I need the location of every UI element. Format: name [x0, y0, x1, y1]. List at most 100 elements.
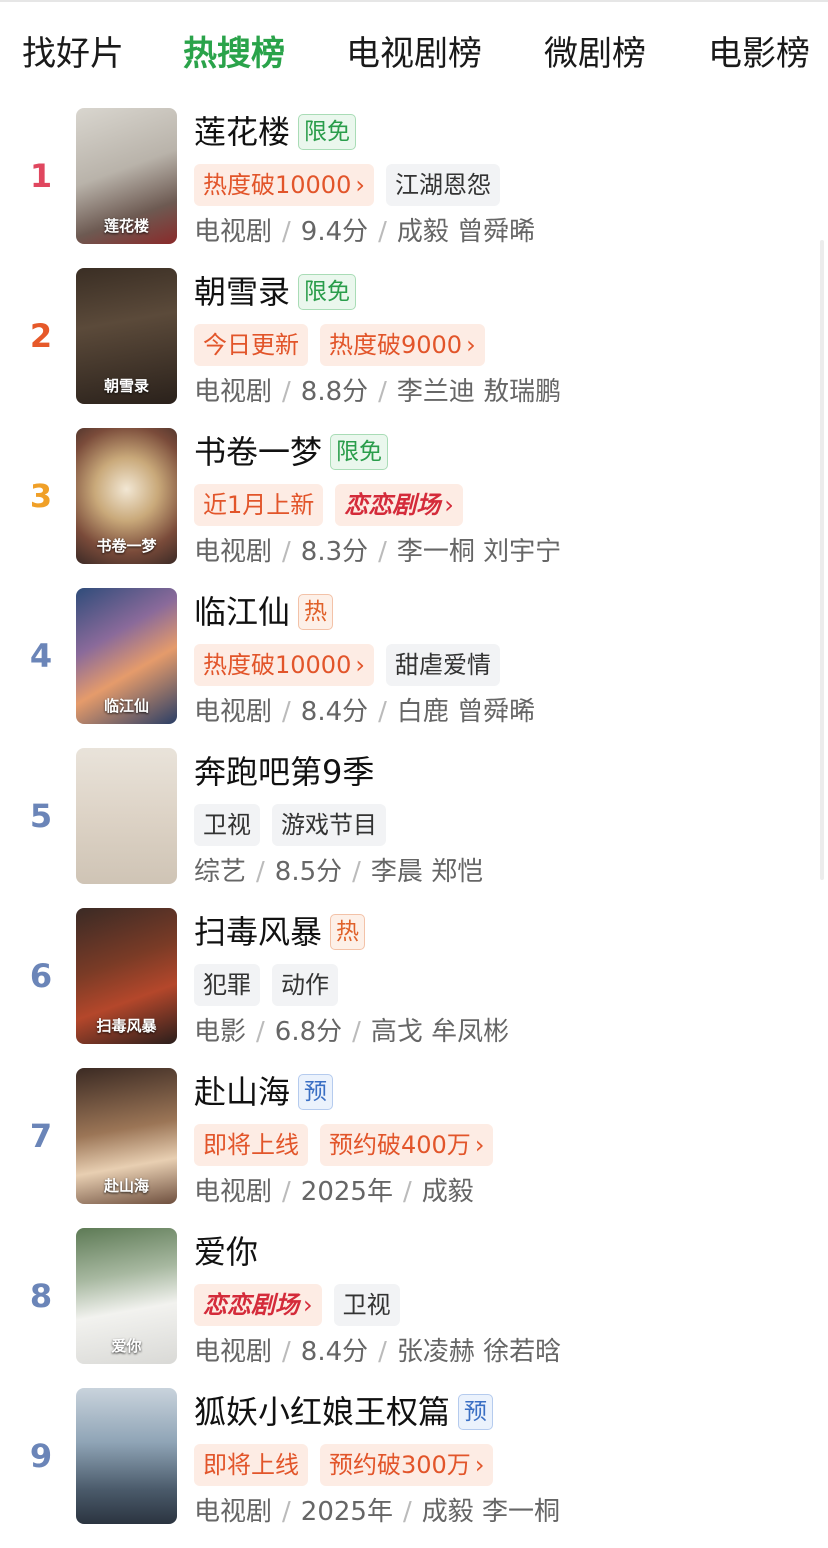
tags-row: 犯罪 动作	[194, 962, 350, 1008]
tag-label: 预约破300万	[329, 1451, 471, 1479]
tag-chip[interactable]: 热度破10000 ›	[194, 644, 374, 686]
meta-row: 电视剧 / 8.3分 / 李一桐 刘宇宁	[194, 532, 561, 572]
tag-label: 即将上线	[203, 1451, 299, 1479]
tab-hot-search[interactable]: 热搜榜	[183, 32, 285, 76]
tag-chip: 江湖恩怨	[385, 164, 500, 206]
poster-caption: 朝雪录	[103, 377, 149, 395]
tag-chip: 游戏节目	[272, 804, 386, 846]
show-title[interactable]: 赴山海	[194, 1072, 290, 1112]
tag-label: 卫视	[203, 811, 251, 839]
poster-image[interactable]: 赴山海	[76, 1068, 177, 1204]
show-title[interactable]: 奔跑吧第9季	[194, 752, 374, 792]
meta-type: 电视剧	[194, 1497, 273, 1527]
ranking-row[interactable]: 3 书卷一梦 书卷一梦 限免 近1月上新 恋恋剧场 › 电视剧/8.3分 / 李一桐 刘宇宁	[0, 428, 828, 588]
tag-chip: 卫视	[194, 804, 260, 846]
meta-cast: 李晨 郑恺	[370, 857, 484, 887]
chevron-right-icon: ›	[444, 491, 454, 519]
tag-chip[interactable]: 热度破10000 ›	[194, 164, 374, 206]
poster-caption: 扫毒风暴	[96, 1017, 157, 1035]
free-badge: 限免	[298, 274, 357, 310]
show-title[interactable]: 爱你	[194, 1232, 258, 1272]
poster-image[interactable]: 爱你	[76, 1228, 177, 1364]
meta-row: 电视剧 / 8.8分 / 李兰迪 敖瑞鹏	[194, 372, 561, 412]
ranking-row[interactable]: 9 狐妖小红娘王权篇预即将上线 预约破300万 › 电视剧/2025年 / 成毅 李一桐	[0, 1388, 828, 1548]
theater-tag[interactable]: 恋恋剧场 ›	[194, 1284, 322, 1326]
meta-score: 2025年	[300, 1497, 393, 1527]
poster-image[interactable]	[76, 748, 177, 884]
ranking-row[interactable]: 8 爱你 爱你 恋恋剧场 › 卫视 电视剧/8.4分 / 张凌赫 徐若晗	[0, 1228, 828, 1388]
ranking-row[interactable]: 4 临江仙 临江仙热热度破10000 › 甜虐爱情 电视剧/8.4分 / 白鹿 曾舜晞	[0, 588, 828, 748]
tab-find-good[interactable]: 找好片	[22, 32, 124, 76]
separator: /	[402, 1497, 412, 1527]
poster-image[interactable]	[76, 1388, 177, 1524]
tag-label: 即将上线	[203, 1131, 299, 1159]
meta-type: 电视剧	[194, 697, 273, 727]
meta-type: 电视剧	[194, 1177, 273, 1207]
tags-row: 卫视 游戏节目	[194, 802, 398, 848]
chevron-right-icon: ›	[355, 651, 365, 679]
meta-cast: 李兰迪 敖瑞鹏	[396, 377, 562, 407]
show-title[interactable]: 狐妖小红娘王权篇	[194, 1392, 450, 1432]
poster-image[interactable]: 临江仙	[76, 588, 177, 724]
meta-row: 综艺 / 8.5分 / 李晨 郑恺	[194, 852, 483, 892]
tag-label: 恋恋剧场	[344, 491, 441, 519]
separator: /	[282, 1497, 291, 1527]
tags-row: 今日更新 热度破9000 ›	[194, 322, 497, 368]
ranking-row[interactable]: 7 赴山海 赴山海预即将上线 预约破400万 › 电视剧/2025年 / 成毅	[0, 1068, 828, 1228]
tag-label: 近1月上新	[203, 491, 315, 519]
title-row: 莲花楼 限免	[194, 110, 357, 154]
ranking-row[interactable]: 6 扫毒风暴 扫毒风暴热犯罪 动作 电影/6.8分 / 高戈 牟凤彬	[0, 908, 828, 1068]
show-title[interactable]: 朝雪录	[194, 272, 290, 312]
separator: /	[282, 1177, 291, 1207]
rank-number: 9	[29, 1437, 53, 1475]
ranking-row[interactable]: 2 朝雪录 朝雪录 限免 今日更新 热度破9000 › 电视剧/8.8分 / 李兰迪 敖瑞鹏	[0, 268, 828, 428]
tab-tv-ranking[interactable]: 电视剧榜	[346, 32, 482, 76]
separator: /	[352, 857, 361, 887]
separator: /	[378, 1337, 387, 1367]
tags-row: 热度破10000 › 江湖恩怨	[194, 162, 512, 208]
tags-row: 近1月上新 恋恋剧场 ›	[194, 482, 475, 528]
separator: /	[378, 377, 387, 407]
chevron-right-icon: ›	[474, 1131, 485, 1159]
tag-chip[interactable]: 热度破9000 ›	[320, 324, 485, 366]
poster-image[interactable]: 朝雪录	[76, 268, 177, 404]
show-title[interactable]: 扫毒风暴	[194, 912, 322, 952]
meta-cast: 李一桐 刘宇宁	[396, 537, 562, 567]
tab-movie-ranking[interactable]: 电影榜	[708, 32, 810, 76]
meta-row: 电视剧 / 9.4分 / 成毅 曾舜晞	[194, 212, 535, 252]
tag-label: 热度破10000	[203, 651, 352, 679]
scrollbar[interactable]	[820, 240, 824, 880]
meta-type: 电视剧	[194, 217, 273, 247]
chevron-right-icon: ›	[355, 171, 365, 199]
hot-badge: 热	[298, 594, 334, 630]
tag-chip: 动作	[272, 964, 338, 1006]
tag-label: 热度破9000	[329, 331, 463, 359]
tag-chip: 甜虐爱情	[385, 644, 500, 686]
ranking-row[interactable]: 1 莲花楼 莲花楼 限免 热度破10000 › 江湖恩怨 电视剧/9.4分 / 成毅 曾舜晞	[0, 108, 828, 268]
show-title[interactable]: 临江仙	[194, 592, 290, 632]
poster-caption: 临江仙	[103, 697, 149, 715]
rank-number: 8	[29, 1277, 53, 1315]
poster-caption: 书卷一梦	[96, 537, 157, 555]
tag-chip: 犯罪	[194, 964, 260, 1006]
rank-number: 1	[29, 157, 53, 195]
tag-chip[interactable]: 预约破300万 ›	[320, 1444, 494, 1486]
tag-label: 恋恋剧场	[203, 1291, 299, 1319]
poster-image[interactable]: 书卷一梦	[76, 428, 177, 564]
ranking-row[interactable]: 5 奔跑吧第9季 卫视 游戏节目 综艺 / 8.5分 / 李晨 郑恺	[0, 748, 828, 908]
tags-row: 恋恋剧场 › 卫视	[194, 1282, 412, 1328]
poster-image[interactable]: 扫毒风暴	[76, 908, 177, 1044]
meta-score: 9.4分	[300, 217, 369, 247]
tags-row: 即将上线 预约破400万 ›	[194, 1122, 505, 1168]
title-row: 赴山海预	[194, 1070, 334, 1114]
show-title[interactable]: 书卷一梦	[194, 432, 322, 472]
free-badge: 限免	[330, 434, 389, 470]
poster-caption: 莲花楼	[103, 217, 149, 235]
tab-micro-drama-ranking[interactable]: 微剧榜	[544, 32, 646, 76]
theater-tag[interactable]: 恋恋剧场 ›	[335, 484, 463, 526]
meta-cast: 成毅 李一桐	[421, 1497, 560, 1527]
show-title[interactable]: 莲花楼	[194, 112, 290, 152]
tag-chip[interactable]: 预约破400万 ›	[320, 1124, 494, 1166]
poster-image[interactable]: 莲花楼	[76, 108, 177, 244]
meta-cast: 成毅 曾舜晞	[396, 217, 536, 247]
